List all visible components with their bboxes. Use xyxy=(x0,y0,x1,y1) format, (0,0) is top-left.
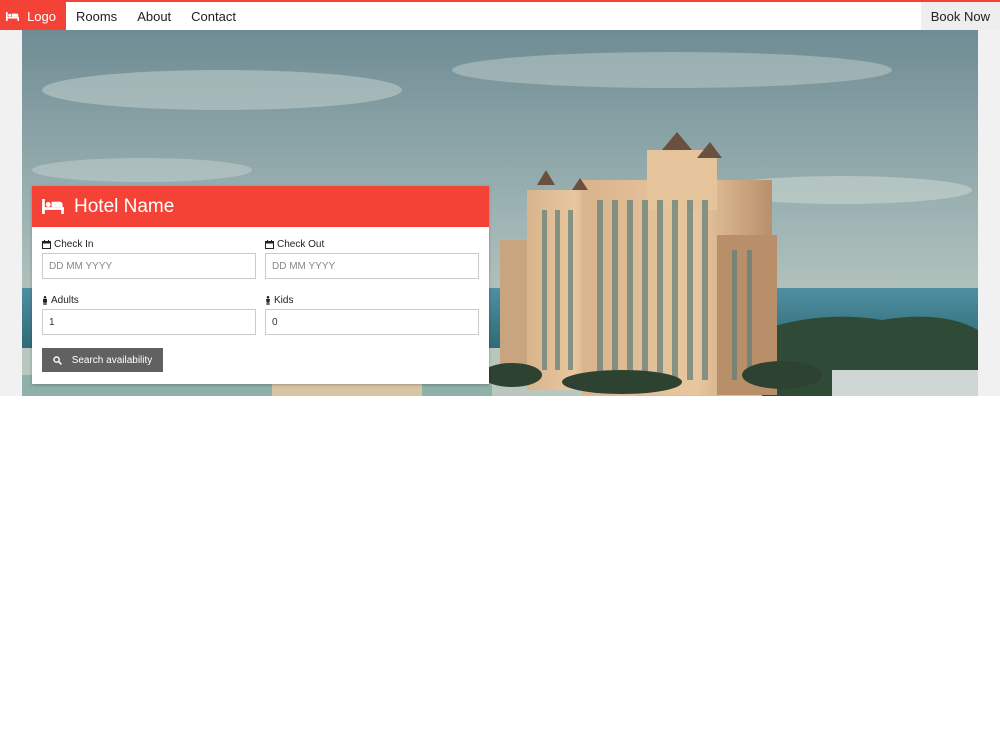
adults-label-text: Adults xyxy=(51,294,79,306)
book-now-label: Book Now xyxy=(930,8,990,24)
kids-label: Kids xyxy=(265,293,479,307)
book-now-button[interactable]: Book Now xyxy=(920,2,1000,30)
check-out-label-text: Check Out xyxy=(277,238,325,250)
kids-label-text: Kids xyxy=(274,294,294,306)
kids-group: Kids 0 xyxy=(265,293,479,335)
booking-card-header: Hotel Name xyxy=(32,186,489,227)
calendar-icon xyxy=(265,239,274,249)
check-in-group: Check In xyxy=(42,237,256,279)
bed-icon xyxy=(42,199,64,214)
booking-card: Hotel Name Check In DD MM YYYY Check Out… xyxy=(32,186,489,384)
kids-value: 0 xyxy=(272,316,278,328)
kids-select[interactable]: 0 xyxy=(265,309,479,335)
male-icon xyxy=(43,295,47,305)
search-icon xyxy=(52,355,62,365)
check-out-label: Check Out xyxy=(265,237,479,251)
search-availability-label: Search availability xyxy=(71,354,153,366)
adults-value: 1 xyxy=(49,316,55,328)
logo-label: Logo xyxy=(27,8,56,24)
child-icon xyxy=(266,295,270,305)
nav-item-label: About xyxy=(137,8,172,24)
top-navbar: Logo Rooms About Contact Book Now xyxy=(0,0,1000,30)
check-in-input[interactable] xyxy=(42,253,256,279)
bed-icon xyxy=(6,11,20,21)
check-in-label-text: Check In xyxy=(54,238,94,250)
hotel-name-title: Hotel Name xyxy=(74,195,175,217)
booking-form: Check In Check Out xyxy=(32,227,489,384)
search-availability-button[interactable]: Search availability xyxy=(42,348,163,372)
adults-select[interactable]: 1 xyxy=(42,309,256,335)
adults-group: Adults 1 xyxy=(42,293,256,335)
check-out-group: Check Out xyxy=(265,237,479,279)
logo-link[interactable]: Logo xyxy=(0,2,66,30)
nav-item-contact[interactable]: Contact xyxy=(181,2,246,30)
nav-item-about[interactable]: About xyxy=(127,2,181,30)
check-in-label: Check In xyxy=(42,237,256,251)
nav-item-label: Contact xyxy=(191,8,236,24)
adults-label: Adults xyxy=(42,293,256,307)
calendar-icon xyxy=(42,239,51,249)
nav-item-rooms[interactable]: Rooms xyxy=(66,2,127,30)
check-out-input[interactable] xyxy=(265,253,479,279)
nav-item-label: Rooms xyxy=(76,8,118,24)
